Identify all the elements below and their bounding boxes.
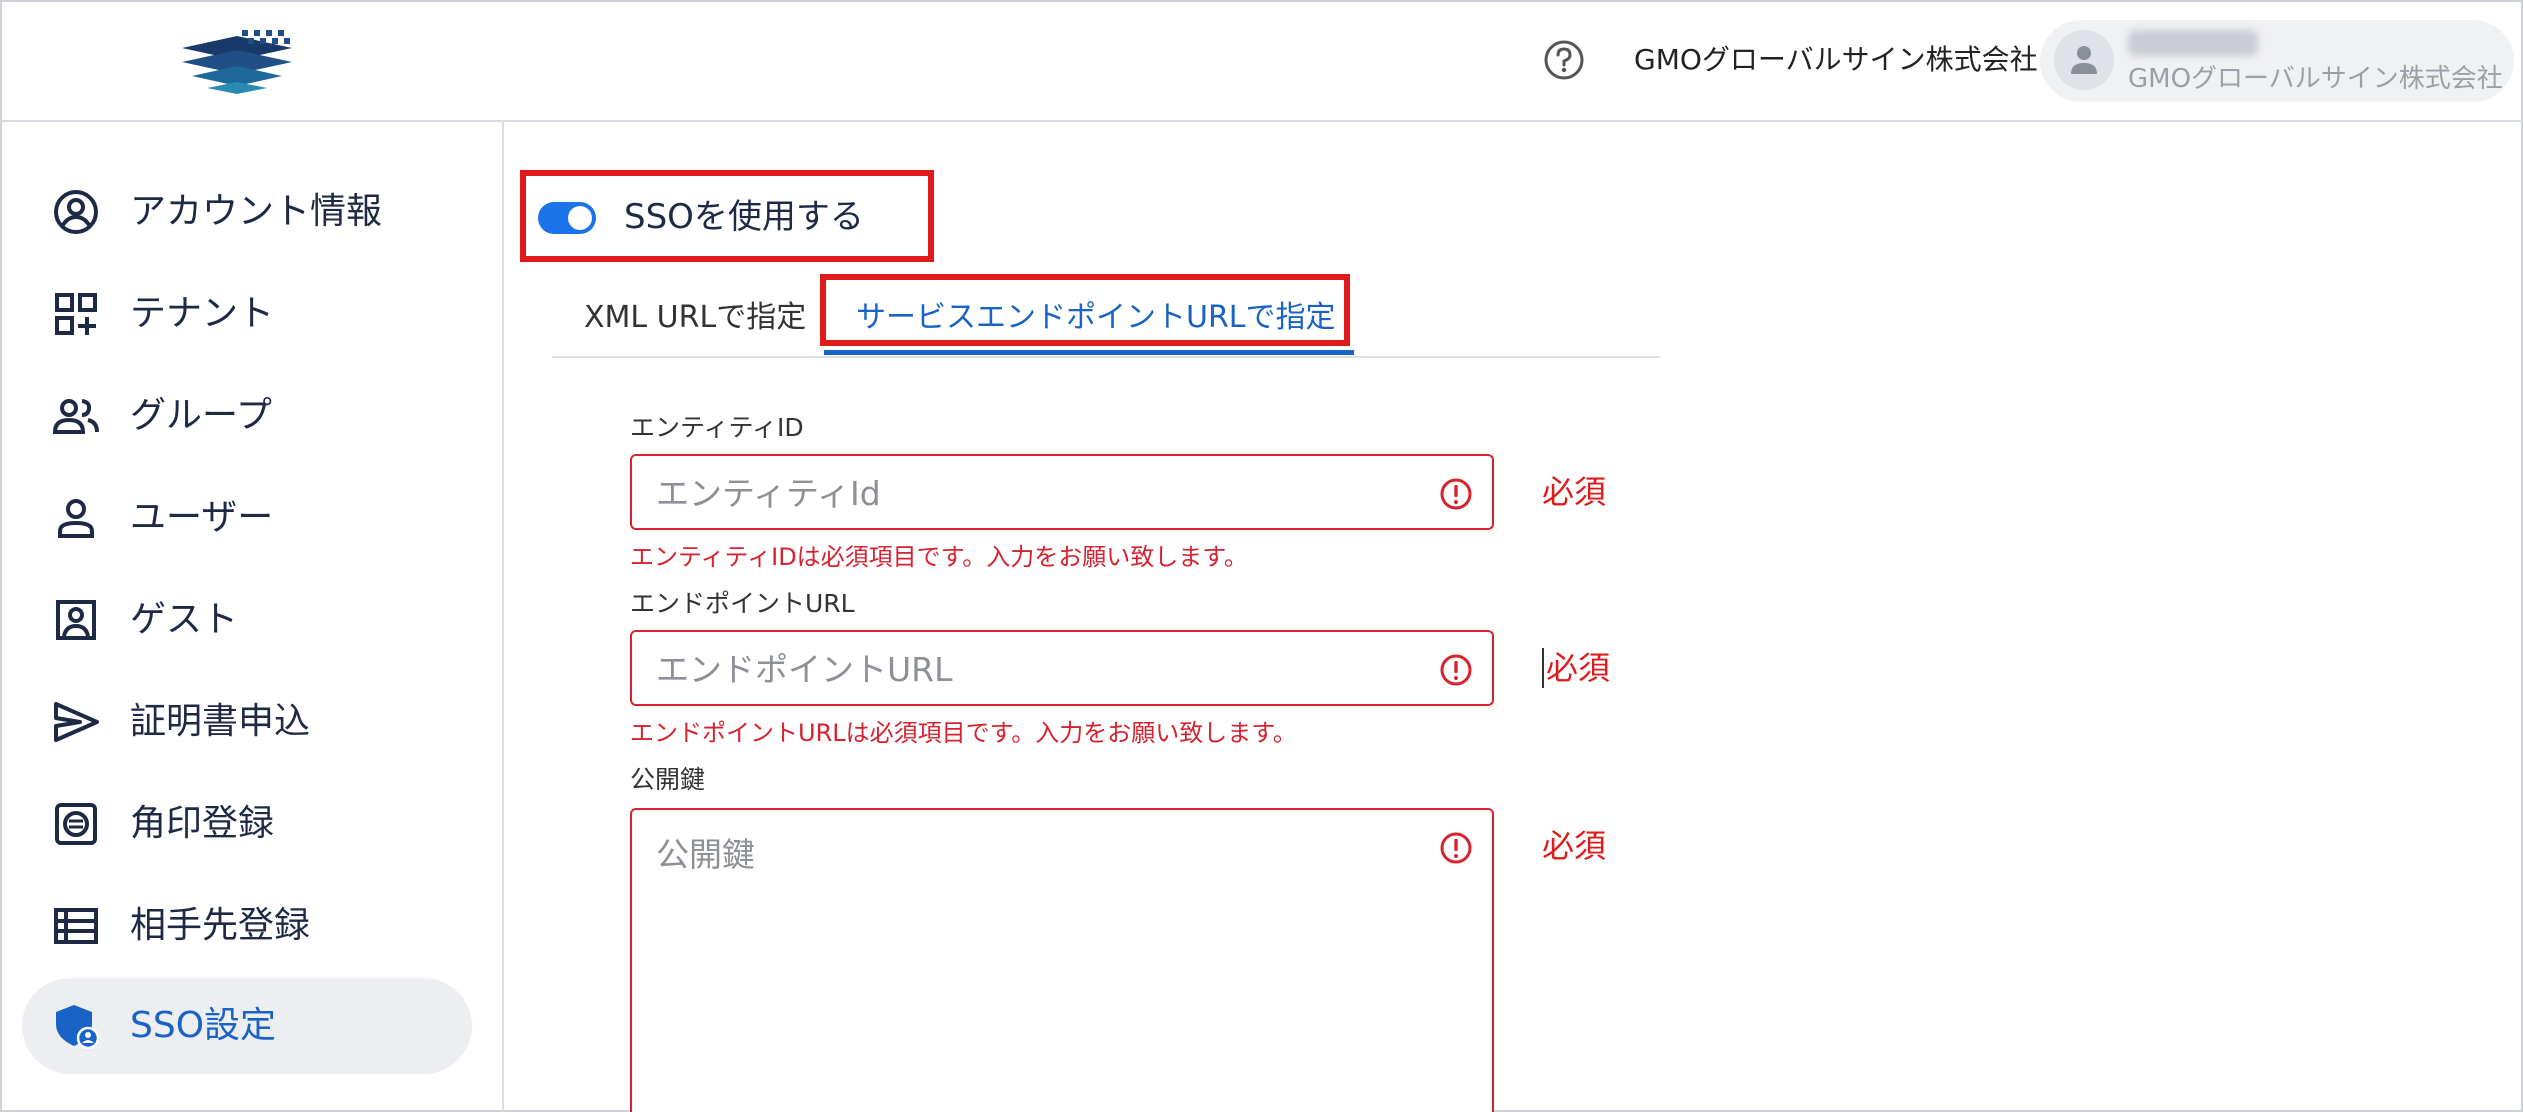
dashboard-add-icon: [55, 293, 97, 335]
tab-xml-url[interactable]: XML URLで指定: [584, 288, 806, 348]
sidebar-item-account[interactable]: アカウント情報: [22, 164, 472, 260]
person-icon: [58, 499, 94, 538]
sidebar-item-guest[interactable]: ゲスト: [22, 572, 472, 668]
help-circle-icon[interactable]: [1542, 38, 1586, 82]
sidebar-item-label: テナント: [130, 293, 275, 334]
sidebar-item-group[interactable]: グループ: [22, 368, 472, 464]
header-company-name: GMOグローバルサイン株式会社: [1634, 43, 2038, 76]
sso-toggle-label: SSOを使用する: [624, 197, 864, 237]
public-key-textarea[interactable]: [656, 828, 1416, 1088]
tabs-divider: [552, 356, 1660, 358]
sso-toggle[interactable]: [538, 202, 596, 234]
required-badge: 必須: [1542, 827, 1607, 865]
required-badge: 必須: [1542, 473, 1607, 511]
sidebar-item-label: SSO設定: [130, 1005, 277, 1046]
sidebar-item-label: 証明書申込: [130, 701, 311, 742]
stamp-icon: [55, 803, 97, 845]
sso-settings-panel: SSOを使用する XML URLで指定 サービスエンドポイントURLで指定 エン…: [506, 124, 2523, 1112]
sidebar-item-tenant[interactable]: テナント: [22, 266, 472, 362]
toggle-knob: [568, 206, 592, 230]
sidebar: アカウント情報 テナント グループ ユーザー ゲスト 証明書申込 角印登録 相手…: [2, 122, 504, 1112]
sidebar-item-label: ゲスト: [130, 599, 239, 640]
company-logo-icon[interactable]: [172, 28, 302, 100]
sidebar-item-label: ユーザー: [130, 497, 274, 538]
entity-id-error: エンティティIDは必須項目です。入力をお願い致します。: [630, 543, 1248, 571]
endpoint-url-field-box: [630, 630, 1494, 706]
sidebar-item-partner[interactable]: 相手先登録: [22, 878, 472, 974]
tab-service-endpoint-url[interactable]: サービスエンドポイントURLで指定: [856, 288, 1336, 348]
person-icon: [2071, 46, 2097, 74]
sidebar-item-user[interactable]: ユーザー: [22, 470, 472, 566]
required-badge: 必須: [1546, 649, 1611, 687]
app-window: GMOグローバルサイン株式会社 GMOグローバルサイン株式会社 アカウント情報: [0, 0, 2523, 1112]
public-key-field-box: [630, 808, 1494, 1112]
entity-id-field-box: [630, 454, 1494, 530]
entity-id-label: エンティティID: [630, 413, 804, 442]
send-icon: [54, 702, 99, 742]
sidebar-item-label: アカウント情報: [130, 191, 383, 232]
error-alert-icon: [1440, 832, 1472, 864]
list-icon: [54, 908, 98, 944]
public-key-label: 公開鍵: [630, 765, 706, 794]
avatar: [2054, 30, 2114, 90]
endpoint-url-input[interactable]: [656, 650, 1416, 689]
entity-id-input[interactable]: [656, 474, 1416, 513]
user-company: GMOグローバルサイン株式会社: [2128, 64, 2503, 94]
top-header: GMOグローバルサイン株式会社 GMOグローバルサイン株式会社: [2, 2, 2523, 122]
error-alert-icon: [1440, 478, 1472, 510]
sidebar-item-label: 相手先登録: [130, 905, 311, 946]
sidebar-item-label: グループ: [130, 395, 272, 436]
text-cursor: [1542, 648, 1544, 688]
group-icon: [52, 399, 99, 434]
endpoint-url-error: エンドポイントURLは必須項目です。入力をお願い致します。: [630, 719, 1297, 747]
shield-user-icon: [56, 1005, 100, 1050]
user-name-redacted: [2128, 30, 2258, 56]
error-alert-icon: [1440, 654, 1472, 686]
sidebar-item-certificate-request[interactable]: 証明書申込: [22, 674, 472, 770]
endpoint-url-label: エンドポイントURL: [630, 589, 855, 618]
account-circle-icon: [54, 190, 98, 234]
contact-card-icon: [56, 600, 96, 640]
user-menu-chip[interactable]: GMOグローバルサイン株式会社: [2040, 20, 2514, 102]
active-tab-indicator: [824, 350, 1354, 355]
sidebar-item-label: 角印登録: [130, 803, 275, 844]
sidebar-item-stamp[interactable]: 角印登録: [22, 776, 472, 872]
sidebar-item-sso[interactable]: SSO設定: [22, 978, 472, 1074]
